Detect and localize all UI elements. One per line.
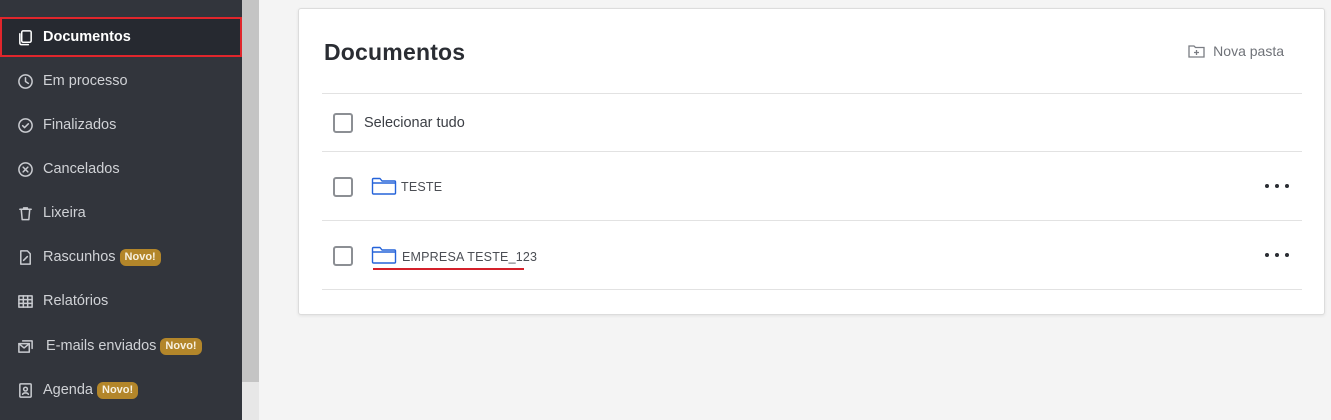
copy-icon xyxy=(16,28,34,46)
select-all-label: Selecionar tudo xyxy=(364,115,465,131)
trash-icon xyxy=(16,204,34,222)
documents-panel: Documentos Nova pasta Selecionar tudo TE… xyxy=(298,8,1325,315)
sidebar-item-em-processo[interactable]: Em processo xyxy=(0,61,242,101)
sidebar-item-lixeira[interactable]: Lixeira xyxy=(0,193,242,233)
new-folder-label: Nova pasta xyxy=(1213,43,1284,59)
sidebar-item-cancelados[interactable]: Cancelados xyxy=(0,149,242,189)
sidebar-item-label: E-mails enviados xyxy=(46,338,157,354)
sidebar-item-label: Lixeira xyxy=(43,205,86,221)
new-badge: Novo! xyxy=(97,381,139,399)
sidebar-item-emails-enviados[interactable]: E-mails enviados Novo! xyxy=(0,326,242,366)
more-options-icon[interactable] xyxy=(1265,251,1289,259)
sidebar-item-label: Em processo xyxy=(43,73,128,89)
new-badge: Novo! xyxy=(160,337,202,355)
select-all-checkbox[interactable] xyxy=(333,113,353,133)
page-title: Documentos xyxy=(324,39,466,65)
sidebar-item-rascunhos[interactable]: Rascunhos Novo! xyxy=(0,237,242,277)
sidebar-item-label: Agenda xyxy=(43,382,93,398)
sidebar-item-label: Documentos xyxy=(43,29,131,45)
folder-icon xyxy=(371,176,397,196)
sidebar-item-label: Relatórios xyxy=(43,293,109,309)
new-folder-button[interactable]: Nova pasta xyxy=(1188,43,1284,59)
folder-icon xyxy=(371,245,397,265)
divider xyxy=(322,151,1302,152)
sidebar-item-finalizados[interactable]: Finalizados xyxy=(0,105,242,145)
sidebar-item-label: Cancelados xyxy=(43,161,120,177)
sidebar-item-agenda[interactable]: Agenda Novo! xyxy=(0,370,242,410)
divider xyxy=(322,93,1302,94)
folder-name[interactable]: TESTE xyxy=(401,180,442,194)
folder-name[interactable]: EMPRESA TESTE_123 xyxy=(402,250,537,264)
scrollbar-thumb[interactable] xyxy=(242,0,259,382)
x-circle-icon xyxy=(16,160,34,178)
sidebar-item-label: Finalizados xyxy=(43,117,117,133)
sidebar-item-documentos[interactable]: Documentos xyxy=(0,17,242,57)
clock-icon xyxy=(16,72,34,90)
row-checkbox[interactable] xyxy=(333,177,353,197)
sidebar-item-relatorios[interactable]: Relatórios xyxy=(0,281,242,321)
mail-sent-icon xyxy=(16,337,34,355)
contacts-icon xyxy=(16,381,34,399)
divider xyxy=(322,220,1302,221)
draft-icon xyxy=(16,248,34,266)
divider xyxy=(322,289,1302,290)
sidebar-item-label: Rascunhos xyxy=(43,249,116,265)
new-badge: Novo! xyxy=(119,248,161,266)
more-options-icon[interactable] xyxy=(1265,182,1289,190)
table-icon xyxy=(16,292,34,310)
sidebar: Documentos Em processo Finalizados Cance… xyxy=(0,0,242,420)
row-checkbox[interactable] xyxy=(333,246,353,266)
highlight-underline xyxy=(373,268,524,270)
check-circle-icon xyxy=(16,116,34,134)
folder-plus-icon xyxy=(1188,45,1205,58)
